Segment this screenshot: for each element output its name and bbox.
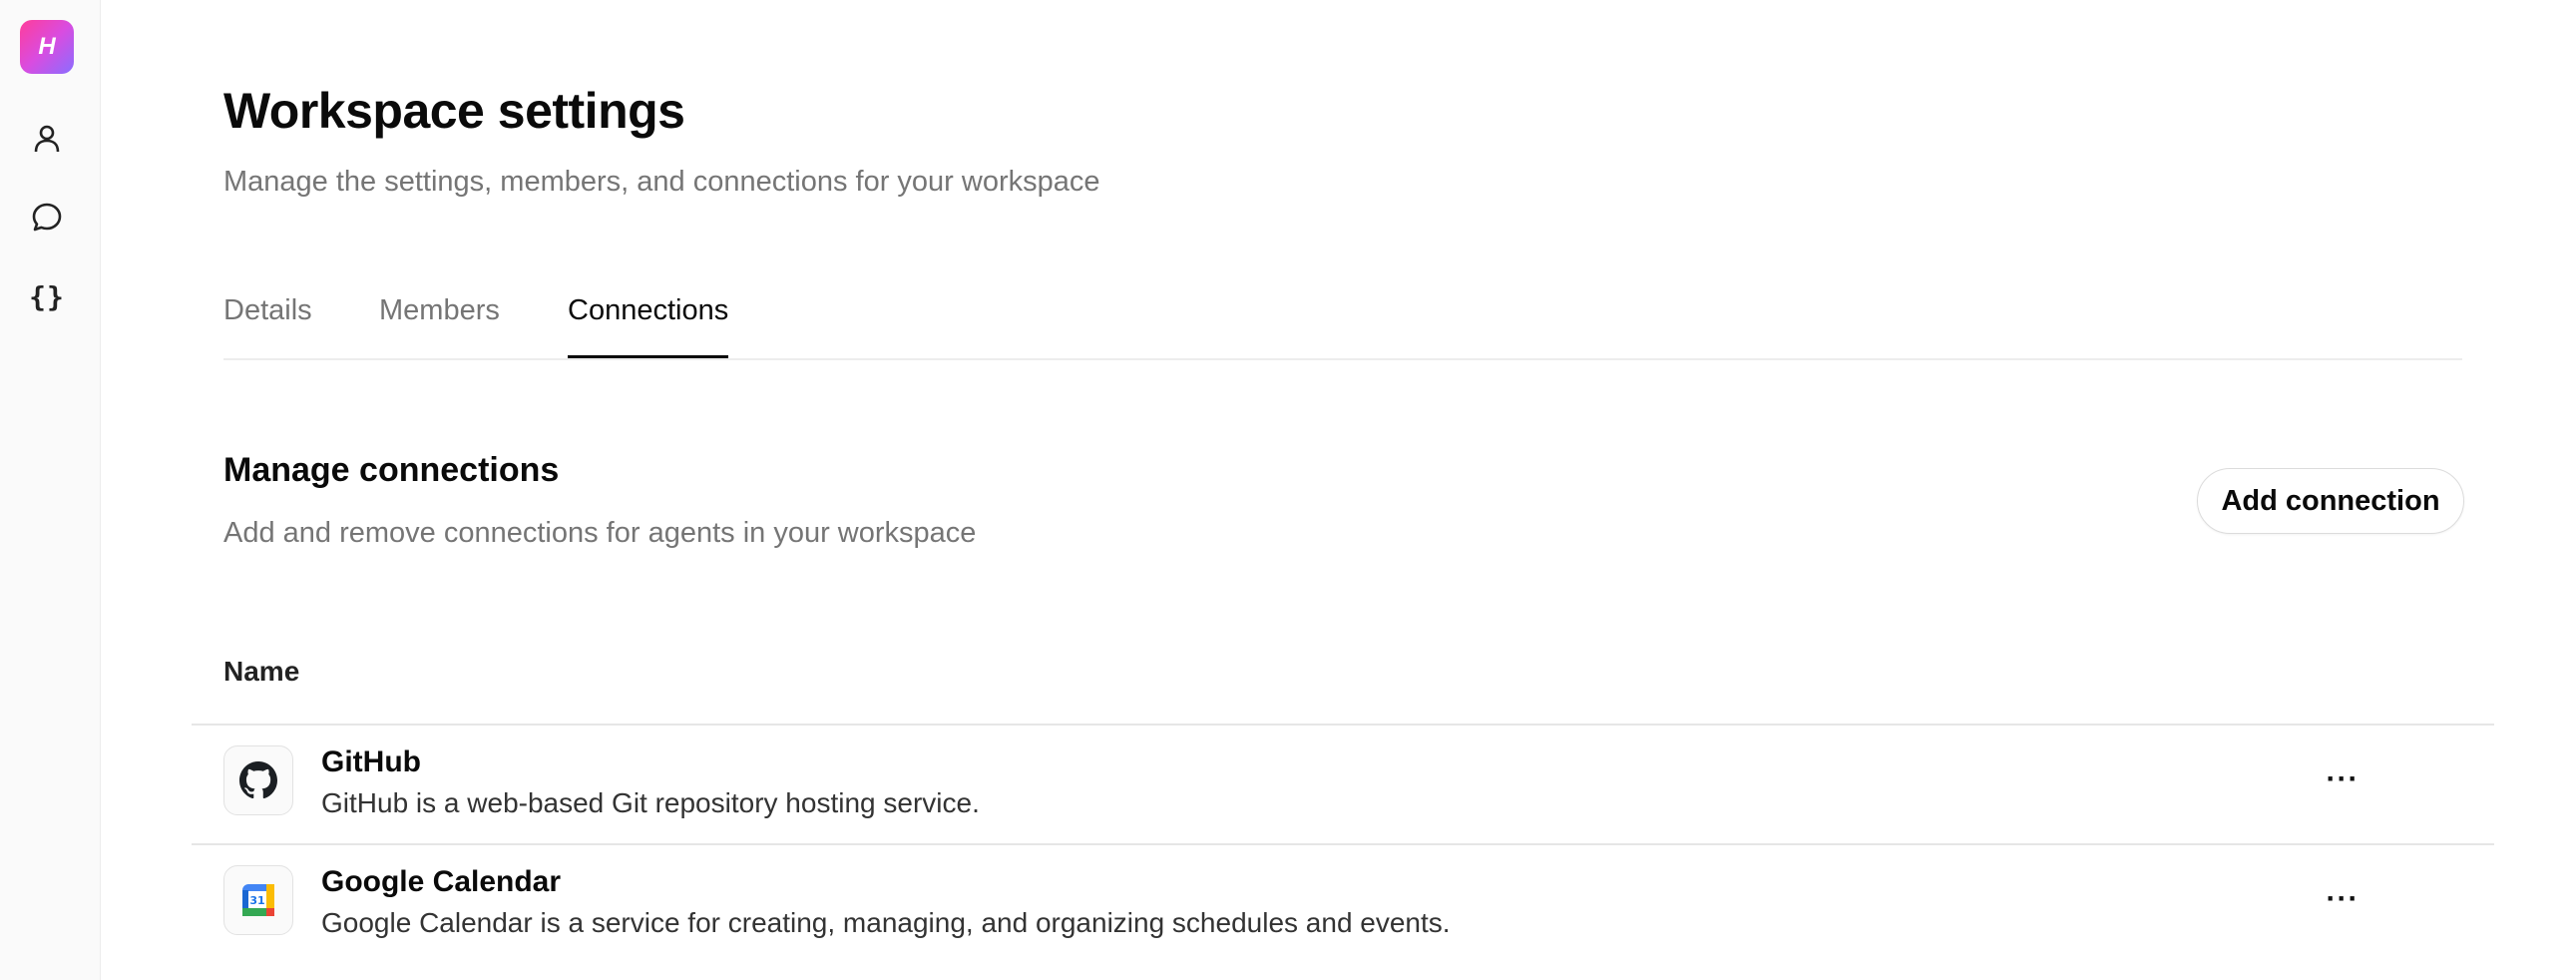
tab-members[interactable]: Members [379,294,500,356]
connection-description: GitHub is a web-based Git repository hos… [321,787,980,818]
connection-description: Google Calendar is a service for creatin… [321,907,1451,938]
page-subtitle: Manage the settings, members, and connec… [223,166,1100,198]
calendar-day-label: 31 [249,894,264,907]
add-connection-button[interactable]: Add connection [2197,468,2464,534]
google-calendar-icon: 31 [223,865,293,935]
tab-bar: Details Members Connections [223,294,2462,360]
app-logo[interactable]: H [20,20,74,74]
section-subtitle: Add and remove connections for agents in… [223,517,977,549]
more-options-icon[interactable]: ··· [2321,879,2364,919]
table-row[interactable]: GitHub GitHub is a web-based Git reposit… [223,726,2462,843]
page-title: Workspace settings [223,83,685,139]
sidebar: H {} [0,0,101,980]
section-title: Manage connections [223,451,560,489]
tab-connections[interactable]: Connections [568,294,729,358]
connection-name: GitHub [321,745,421,778]
more-options-icon[interactable]: ··· [2321,759,2364,799]
column-header-name: Name [223,656,300,687]
tab-details[interactable]: Details [223,294,312,356]
table-row[interactable]: 31 Google Calendar Google Calendar is a … [223,845,2462,963]
user-icon[interactable] [26,118,68,160]
chat-bubble-icon[interactable] [26,197,68,239]
braces-icon[interactable]: {} [26,275,68,317]
connection-name: Google Calendar [321,865,562,898]
github-icon [223,745,293,815]
